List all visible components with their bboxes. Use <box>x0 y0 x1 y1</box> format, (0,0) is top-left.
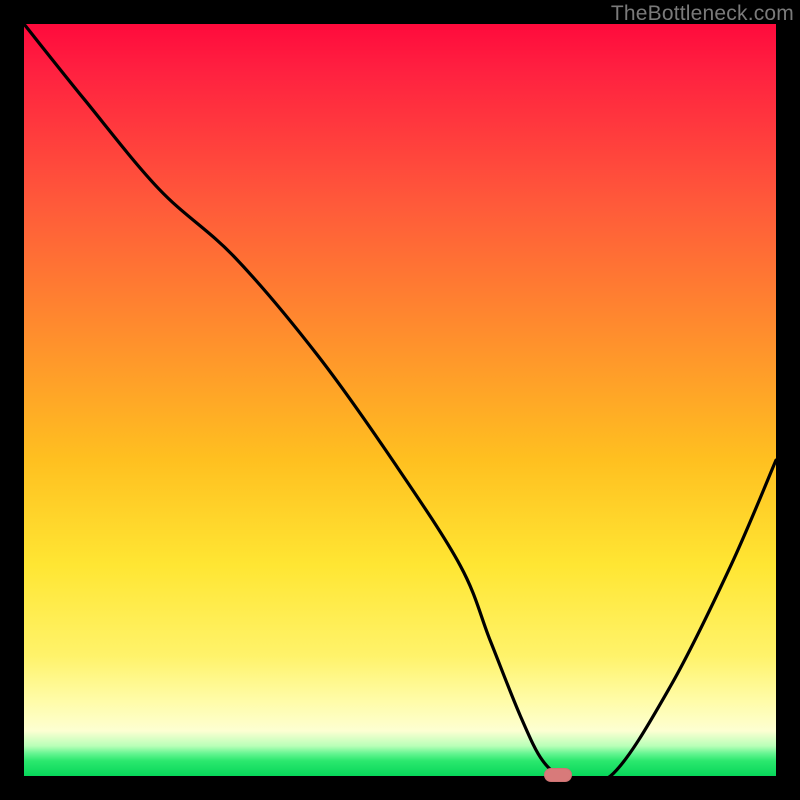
watermark-text: TheBottleneck.com <box>611 2 794 26</box>
bottleneck-marker <box>544 768 572 782</box>
bottleneck-curve-path <box>24 24 776 783</box>
chart-frame: TheBottleneck.com <box>0 0 800 800</box>
curve-svg <box>24 24 776 776</box>
plot-area <box>24 24 776 776</box>
